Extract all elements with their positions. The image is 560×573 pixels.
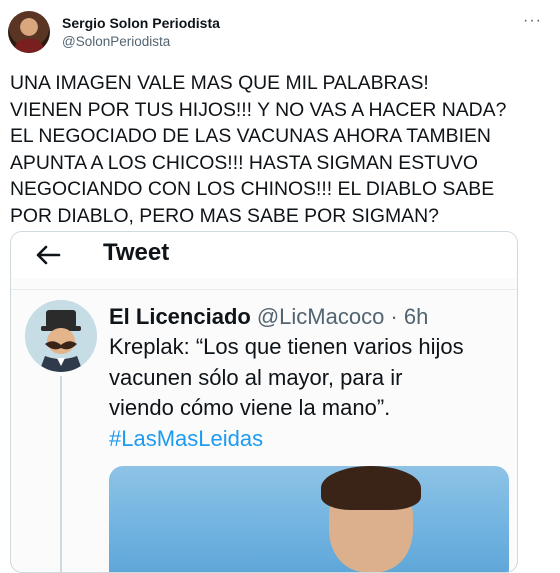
tweet-line: POR DIABLO, PERO MAS SABE POR SIGMAN?: [10, 204, 439, 227]
quoted-handle-time: @LicMacoco · 6h: [256, 304, 429, 329]
screenshot-header-title: Tweet: [103, 239, 170, 266]
header-divider: [11, 289, 517, 290]
tweet-line: NEGOCIANDO CON LOS CHINOS!!! EL DIABLO S…: [10, 178, 495, 201]
author-name[interactable]: Sergio Solon Periodista: [62, 15, 220, 31]
thread-line: [60, 376, 62, 572]
quoted-line: vacunen sólo al mayor, para ir: [109, 364, 403, 390]
quoted-author-line: El Licenciado @LicMacoco · 6h: [109, 304, 428, 330]
back-arrow-icon: [33, 240, 63, 275]
quoted-text: Kreplak: “Los que tienen varios hijos va…: [109, 332, 509, 454]
quoted-line: Kreplak: “Los que tienen varios hijos: [109, 334, 464, 359]
more-options-icon[interactable]: ···: [523, 12, 542, 30]
tweet-line: APUNTA A LOS CHICOS!!! HASTA SIGMAN ESTU…: [10, 151, 478, 174]
quoted-avatar: [25, 300, 97, 372]
tweet-line: UNA IMAGEN VALE MAS QUE MIL PALABRAS!: [10, 72, 429, 94]
screenshot-header: Tweet: [11, 232, 517, 278]
tweet-line: VIENEN POR TUS HIJOS!!! Y NO VAS A HACER…: [10, 98, 507, 121]
author-handle[interactable]: @SolonPeriodista: [62, 34, 170, 49]
tweet-text: UNA IMAGEN VALE MAS QUE MIL PALABRAS! VI…: [10, 70, 530, 230]
quoted-photo: [109, 466, 509, 572]
tweet-line: EL NEGOCIADO DE LAS VACUNAS AHORA TAMBIE…: [10, 125, 491, 148]
quoted-author-name: El Licenciado: [109, 304, 251, 329]
embedded-screenshot[interactable]: Tweet El Licenciado @LicMacoco · 6h Krepl…: [10, 231, 518, 573]
quoted-line: viendo cómo viene la mano”.: [109, 395, 391, 420]
quoted-hashtag: #LasMasLeidas: [109, 425, 264, 451]
author-avatar[interactable]: [8, 11, 50, 53]
